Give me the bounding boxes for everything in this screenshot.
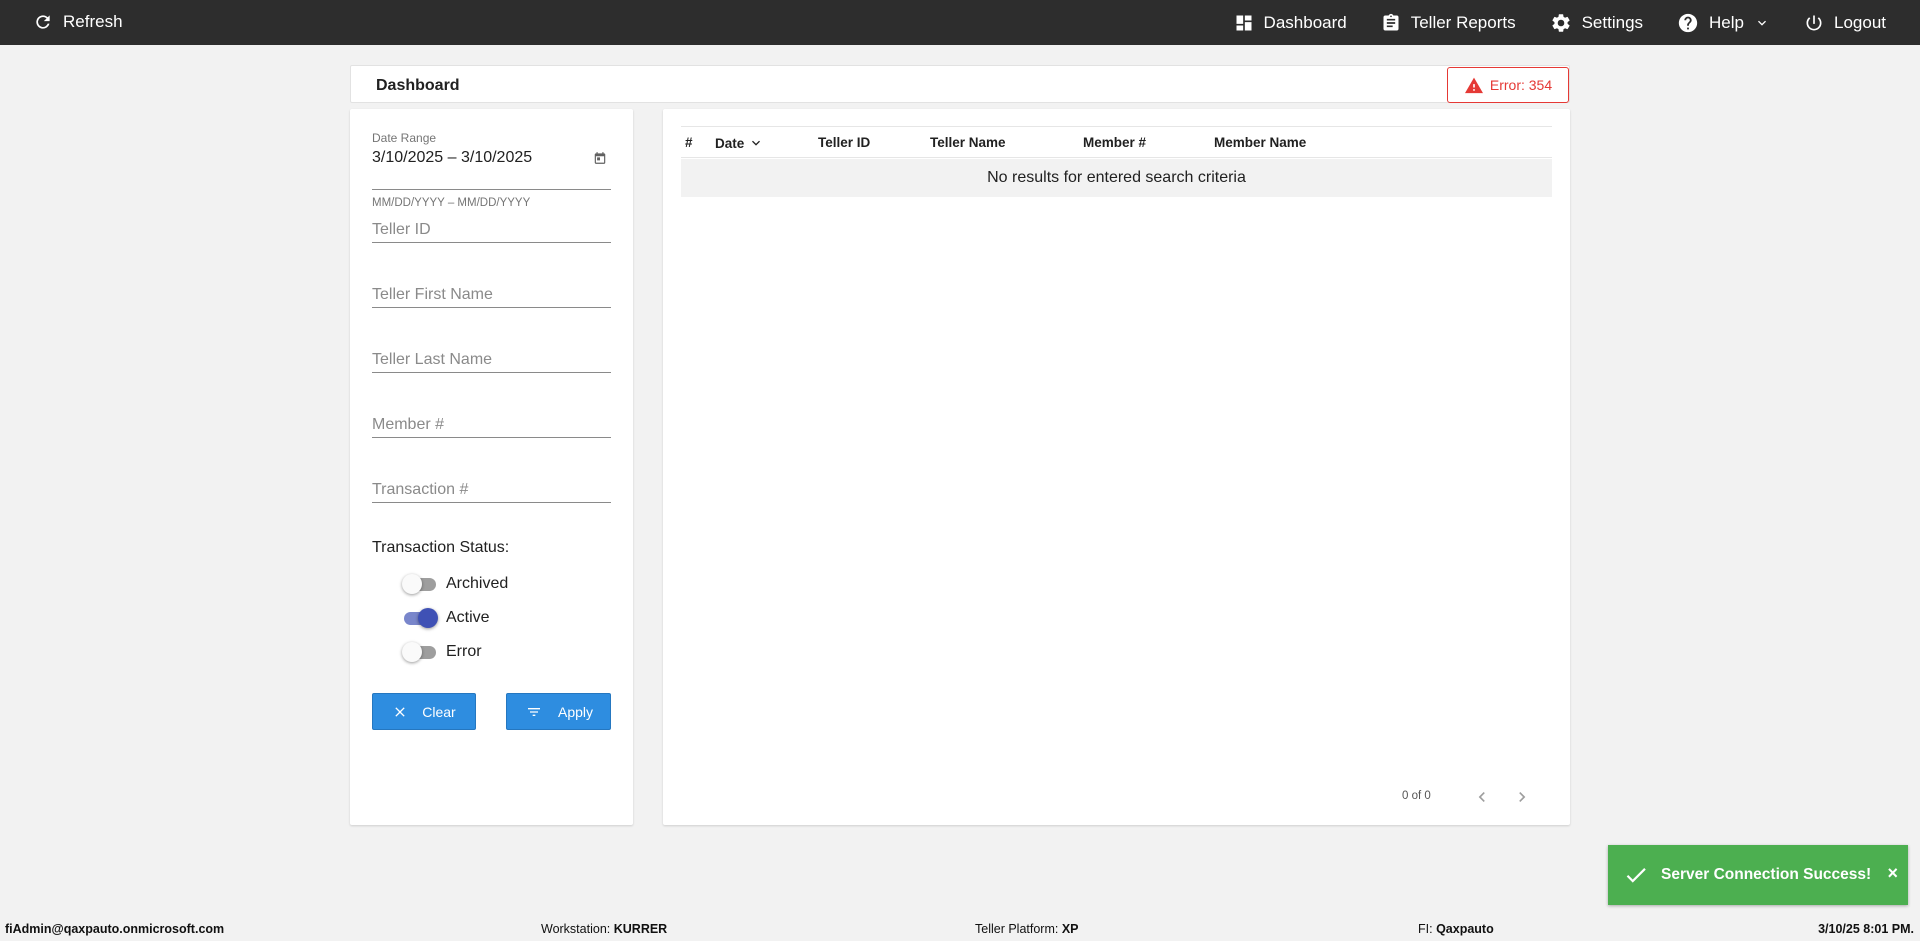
nav-settings-label: Settings xyxy=(1581,12,1644,32)
top-nav-bar: Refresh Dashboard Teller Reports Setting… xyxy=(0,0,1920,45)
footer-datetime: 3/10/25 8:01 PM. xyxy=(1818,922,1914,936)
previous-page-button[interactable] xyxy=(1470,785,1494,809)
column-date-label: Date xyxy=(715,135,745,151)
nav-right-group: Dashboard Teller Reports Settings Help L… xyxy=(1234,0,1920,45)
results-panel: # Date Teller ID Teller Name Member # Me… xyxy=(663,109,1570,825)
date-range-label: Date Range xyxy=(372,131,437,145)
nav-help[interactable]: Help xyxy=(1677,12,1770,34)
power-icon xyxy=(1806,15,1822,30)
clear-label: Clear xyxy=(422,703,456,720)
nav-logout-label: Logout xyxy=(1834,12,1886,32)
next-page-button[interactable] xyxy=(1510,785,1534,809)
refresh-icon xyxy=(36,15,50,29)
date-range-value: 3/10/2025 – 3/10/2025 xyxy=(372,149,533,166)
chevron-right-icon xyxy=(1519,792,1526,802)
nav-logout[interactable]: Logout xyxy=(1804,13,1886,33)
status-toggle-archived[interactable]: Archived xyxy=(402,572,508,596)
filter-panel: Date Range 3/10/2025 – 3/10/2025 MM/DD/Y… xyxy=(350,109,633,825)
chevron-down-icon xyxy=(1758,20,1766,26)
date-range-field[interactable]: Date Range 3/10/2025 – 3/10/2025 MM/DD/Y… xyxy=(372,131,611,209)
transaction-number-input[interactable] xyxy=(372,473,611,503)
apply-button[interactable]: Apply xyxy=(506,693,611,730)
success-toast: Server Connection Success! × xyxy=(1608,845,1908,905)
nav-teller-reports-label: Teller Reports xyxy=(1410,12,1516,32)
chevron-left-icon xyxy=(1478,792,1485,802)
apply-label: Apply xyxy=(557,703,594,720)
column-header-number[interactable]: # xyxy=(685,135,693,150)
footer-workstation: Workstation: KURRER xyxy=(541,922,667,936)
teller-id-input[interactable] xyxy=(372,213,611,243)
clear-button[interactable]: Clear xyxy=(372,693,476,730)
error-label: Error xyxy=(446,643,482,660)
toast-message: Server Connection Success! xyxy=(1661,866,1872,883)
page-title: Dashboard xyxy=(376,77,460,94)
archived-switch[interactable] xyxy=(402,572,438,596)
table-header: # Date Teller ID Teller Name Member # Me… xyxy=(681,126,1552,158)
status-toggle-error[interactable]: Error xyxy=(402,640,482,664)
column-member-number-label: Member # xyxy=(1083,135,1147,150)
gear-icon xyxy=(1552,13,1570,32)
error-switch[interactable] xyxy=(402,640,438,664)
clipboard-icon xyxy=(1383,13,1399,31)
sort-descending-icon xyxy=(752,140,761,146)
nav-help-label: Help xyxy=(1709,12,1744,32)
column-header-member-number[interactable]: Member # xyxy=(1083,135,1146,150)
nav-settings[interactable]: Settings xyxy=(1550,12,1643,34)
status-toggle-active[interactable]: Active xyxy=(402,606,490,630)
warning-icon xyxy=(1464,77,1483,94)
refresh-label: Refresh xyxy=(63,12,123,31)
date-range-hint: MM/DD/YYYY – MM/DD/YYYY xyxy=(372,197,531,209)
column-header-member-name[interactable]: Member Name xyxy=(1214,135,1306,150)
column-teller-name-label: Teller Name xyxy=(930,135,1006,150)
workstation-value: KURRER xyxy=(613,922,668,936)
teller-last-name-input[interactable] xyxy=(372,343,611,373)
checkmark-icon xyxy=(1626,868,1646,883)
nav-teller-reports[interactable]: Teller Reports xyxy=(1381,13,1516,33)
calendar-icon[interactable] xyxy=(593,151,607,165)
column-header-teller-id[interactable]: Teller ID xyxy=(818,135,870,150)
column-teller-id-label: Teller ID xyxy=(818,135,871,150)
nav-dashboard-label: Dashboard xyxy=(1263,12,1347,32)
help-icon xyxy=(1678,13,1698,32)
page-header: Dashboard Error: 354 xyxy=(350,65,1570,103)
active-switch[interactable] xyxy=(402,606,438,630)
platform-value: XP xyxy=(1061,922,1079,936)
column-member-name-label: Member Name xyxy=(1214,135,1307,150)
empty-results-message: No results for entered search criteria xyxy=(681,159,1552,197)
footer-user: fiAdmin@qaxpauto.onmicrosoft.com xyxy=(5,922,225,936)
teller-first-name-input[interactable] xyxy=(372,278,611,308)
nav-dashboard[interactable]: Dashboard xyxy=(1234,13,1347,33)
pagination-range: 0 of 0 xyxy=(1402,790,1431,802)
archived-label: Archived xyxy=(446,575,509,592)
refresh-button[interactable]: Refresh xyxy=(33,12,123,32)
footer-fi: FI: Qaxpauto xyxy=(1418,922,1494,936)
workstation-label: Workstation: xyxy=(541,922,611,936)
filter-icon xyxy=(527,707,540,716)
date-range-input[interactable]: 3/10/2025 – 3/10/2025 xyxy=(372,149,611,190)
column-number-label: # xyxy=(685,135,693,150)
platform-label: Teller Platform: xyxy=(975,922,1059,936)
error-count-button[interactable]: Error: 354 xyxy=(1447,67,1569,103)
active-label: Active xyxy=(446,609,490,626)
column-header-date[interactable]: Date xyxy=(715,135,764,151)
member-number-input[interactable] xyxy=(372,408,611,438)
dashboard-icon xyxy=(1236,15,1252,30)
error-count-label: Error: 354 xyxy=(1489,77,1553,93)
fi-label: FI: xyxy=(1418,922,1433,936)
toast-close-button[interactable]: × xyxy=(1887,863,1898,884)
fi-value: Qaxpauto xyxy=(1436,922,1494,936)
close-icon xyxy=(395,706,405,717)
footer-platform: Teller Platform: XP xyxy=(975,922,1079,936)
column-header-teller-name[interactable]: Teller Name xyxy=(930,135,1006,150)
transaction-status-label: Transaction Status: xyxy=(372,539,510,556)
status-footer: fiAdmin@qaxpauto.onmicrosoft.com Worksta… xyxy=(0,916,1920,941)
